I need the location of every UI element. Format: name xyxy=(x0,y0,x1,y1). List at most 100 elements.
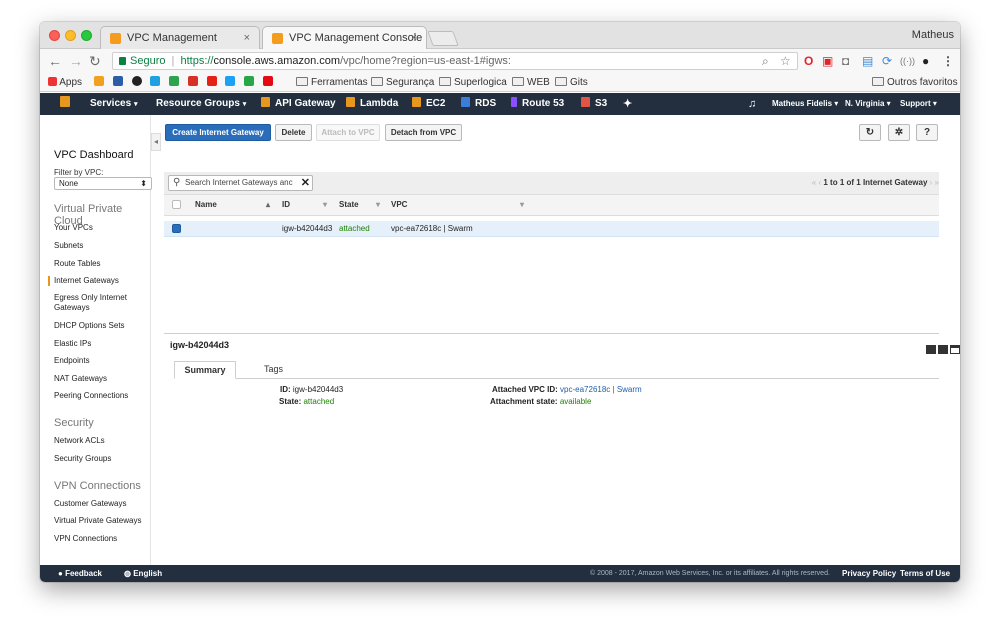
tab-tags[interactable]: Tags xyxy=(246,361,301,379)
back-arrow-icon[interactable]: ← xyxy=(48,52,62,70)
github-bookmark-icon[interactable] xyxy=(131,76,142,86)
shortcut-lambda[interactable]: Lambda xyxy=(346,93,398,115)
table-row[interactable]: igw-b42044d3 attached vpc-ea72618c | Swa… xyxy=(164,221,939,237)
layout-bottom-icon[interactable] xyxy=(926,345,936,354)
bookmark-folder-superlogica[interactable]: Superlogica xyxy=(439,76,507,89)
pane-splitter[interactable] xyxy=(164,333,939,334)
feedback-link[interactable]: ● Feedback xyxy=(58,565,102,582)
sidebar-collapse-icon[interactable]: ◂ xyxy=(151,133,161,151)
sidebar-item-dhcp-options-sets[interactable]: DHCP Options Sets xyxy=(54,321,144,331)
detach-from-vpc-button[interactable]: Detach from VPC xyxy=(385,124,462,141)
bookmark-folder-gits[interactable]: Gits xyxy=(555,76,588,89)
youtube-bookmark-icon[interactable] xyxy=(206,76,217,86)
forward-arrow-icon[interactable]: → xyxy=(69,52,83,70)
row-checkbox[interactable] xyxy=(172,224,181,233)
vpc-filter-select[interactable]: None ⬍ xyxy=(54,177,152,190)
sidebar-item-customer-gateways[interactable]: Customer Gateways xyxy=(54,499,144,509)
sidebar-item-elastic-ips[interactable]: Elastic IPs xyxy=(54,339,144,349)
other-bookmarks-folder[interactable]: Outros favoritos xyxy=(872,76,958,89)
netflix-bookmark-icon[interactable] xyxy=(263,76,274,86)
shortcut-route53[interactable]: Route 53 xyxy=(511,93,564,115)
clear-search-icon[interactable]: ✕ xyxy=(298,176,310,190)
bell-icon[interactable]: ♫ xyxy=(748,93,756,115)
bookmark-folder-web[interactable]: WEB xyxy=(512,76,550,89)
col-header-id[interactable]: ID xyxy=(282,195,290,215)
sidebar-item-security-groups[interactable]: Security Groups xyxy=(54,454,144,464)
screen-extension-icon[interactable]: ▤ xyxy=(862,53,873,69)
reload-icon[interactable]: ↻ xyxy=(89,52,101,70)
shortcut-rds[interactable]: RDS xyxy=(461,93,496,115)
create-internet-gateway-button[interactable]: Create Internet Gateway xyxy=(165,124,271,141)
profile-name[interactable]: Matheus xyxy=(912,22,954,49)
bird-bookmark-icon[interactable] xyxy=(150,76,161,86)
new-tab-button[interactable] xyxy=(427,31,459,46)
next-page-icon[interactable]: › xyxy=(930,178,933,187)
resource-groups-menu[interactable]: Resource Groups ▾ xyxy=(156,93,246,116)
sidebar-item-endpoints[interactable]: Endpoints xyxy=(54,356,144,366)
attach-to-vpc-button[interactable]: Attach to VPC xyxy=(316,124,380,141)
sidebar-item-vpn-connections[interactable]: VPN Connections xyxy=(54,534,144,544)
drive-bookmark-icon[interactable] xyxy=(169,76,180,86)
layout-top-icon[interactable] xyxy=(950,345,960,354)
sidebar-item-route-tables[interactable]: Route Tables xyxy=(54,259,144,269)
delete-button[interactable]: Delete xyxy=(275,124,312,141)
col-header-state[interactable]: State xyxy=(339,195,359,215)
shield-bookmark-icon[interactable] xyxy=(112,76,123,86)
sidebar-item-egress-only-internet-gateways[interactable]: Egress Only Internet Gateways xyxy=(54,293,144,313)
tab-close-icon[interactable]: × xyxy=(244,27,250,49)
first-page-icon[interactable]: « xyxy=(812,178,816,187)
vpc-link[interactable]: vpc-ea72618c | Swarm xyxy=(560,385,642,394)
feedly-bookmark-icon[interactable] xyxy=(244,76,255,86)
sidebar-item-your-vpcs[interactable]: Your VPCs xyxy=(54,223,144,233)
sidebar-title[interactable]: VPC Dashboard xyxy=(54,149,134,161)
zoom-window-button[interactable] xyxy=(81,30,92,41)
zoom-icon[interactable]: ⌕ xyxy=(762,53,769,69)
sidebar-item-subnets[interactable]: Subnets xyxy=(54,241,144,251)
opera-extension-icon[interactable]: O xyxy=(804,53,813,69)
pin-icon[interactable]: ✦ xyxy=(623,93,632,115)
refresh-icon[interactable]: ↻ xyxy=(859,124,881,141)
sidebar-item-internet-gateways[interactable]: Internet Gateways xyxy=(48,276,138,286)
layout-split-icon[interactable] xyxy=(938,345,948,354)
sort-icon[interactable]: ▾ xyxy=(376,195,380,215)
url-bar[interactable]: Seguro | https://console.aws.amazon.com/… xyxy=(112,52,798,70)
sidebar-item-nat-gateways[interactable]: NAT Gateways xyxy=(54,374,144,384)
camera-extension-icon[interactable]: ◘ xyxy=(842,53,849,69)
sidebar-item-peering-connections[interactable]: Peering Connections xyxy=(54,391,144,401)
region-menu[interactable]: N. Virginia ▾ xyxy=(845,93,891,115)
browser-tab-2[interactable]: VPC Management Console × xyxy=(262,26,427,49)
tab-close-icon[interactable]: × xyxy=(411,27,417,49)
language-link[interactable]: ◍ English xyxy=(124,565,162,582)
prev-page-icon[interactable]: ‹ xyxy=(818,178,821,187)
aws-bookmark-icon[interactable] xyxy=(94,76,104,86)
services-menu[interactable]: Services ▾ xyxy=(90,93,137,116)
last-page-icon[interactable]: » xyxy=(935,178,939,187)
sidebar-item-network-acls[interactable]: Network ACLs xyxy=(54,436,144,446)
col-header-name[interactable]: Name xyxy=(195,195,217,215)
terms-of-use-link[interactable]: Terms of Use xyxy=(900,565,950,582)
wifi-extension-icon[interactable]: ((·)) xyxy=(900,53,915,69)
github-extension-icon[interactable]: ● xyxy=(922,53,929,69)
sync-extension-icon[interactable]: ⟳ xyxy=(882,53,892,69)
sidebar-item-virtual-private-gateways[interactable]: Virtual Private Gateways xyxy=(54,516,144,526)
bookmark-star-icon[interactable]: ☆ xyxy=(780,53,791,69)
bookmark-folder-ferramentas[interactable]: Ferramentas xyxy=(296,76,368,89)
sort-asc-icon[interactable]: ▴ xyxy=(266,195,270,215)
gear-icon[interactable]: ✲ xyxy=(888,124,910,141)
sort-icon[interactable]: ▾ xyxy=(323,195,327,215)
help-icon[interactable]: ? xyxy=(916,124,938,141)
browser-tab-1[interactable]: VPC Management Console × xyxy=(100,26,260,66)
account-menu[interactable]: Matheus Fidelis ▾ xyxy=(772,93,838,115)
search-input[interactable]: ⚲ Search Internet Gateways anc ✕ xyxy=(168,175,313,191)
col-header-vpc[interactable]: VPC xyxy=(391,195,407,215)
tab-summary[interactable]: Summary xyxy=(174,361,236,379)
shortcut-s3[interactable]: S3 xyxy=(581,93,607,115)
gmail-bookmark-icon[interactable] xyxy=(187,76,198,86)
twitter-bookmark-icon[interactable] xyxy=(225,76,236,86)
close-window-button[interactable] xyxy=(49,30,60,41)
support-menu[interactable]: Support ▾ xyxy=(900,93,937,115)
bookmark-folder-seguranca[interactable]: Segurança xyxy=(371,76,434,89)
shortcut-api-gateway[interactable]: API Gateway xyxy=(261,93,336,115)
select-all-checkbox[interactable] xyxy=(172,200,181,209)
shortcut-ec2[interactable]: EC2 xyxy=(412,93,445,115)
